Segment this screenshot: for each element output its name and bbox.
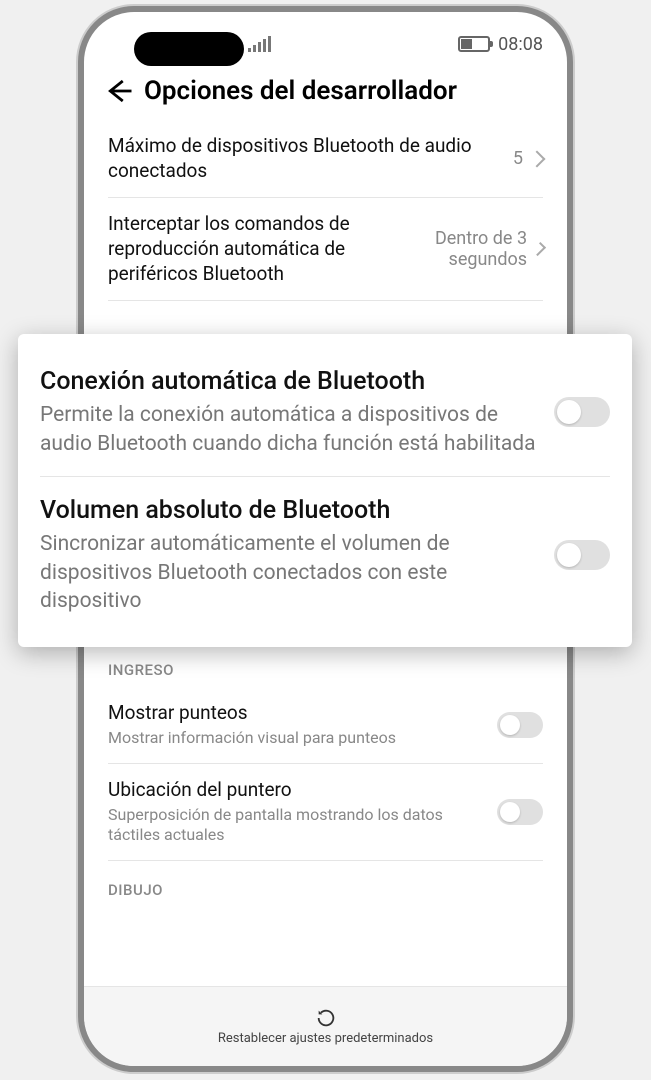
toggle-pointer-location[interactable]: [497, 799, 543, 825]
row-absolute-volume[interactable]: Volumen absoluto de Bluetooth Sincroniza…: [40, 481, 610, 629]
row-value: Dentro de 3 segundos: [423, 228, 527, 271]
row-show-taps[interactable]: Mostrar punteos Mostrar información visu…: [108, 687, 543, 763]
row-title: Conexión automática de Bluetooth: [40, 366, 538, 397]
section-header-input: INGRESO: [108, 641, 543, 687]
bottom-bar: Restablecer ajustes predeterminados: [84, 986, 567, 1066]
row-intercept-commands[interactable]: Interceptar los comandos de reproducción…: [108, 198, 543, 301]
signal-icon: [248, 36, 271, 52]
divider: [40, 476, 610, 477]
row-sub: Permite la conexión automática a disposi…: [40, 401, 538, 458]
toggle-auto-connection[interactable]: [554, 397, 610, 427]
chevron-right-icon: [529, 150, 546, 167]
notch: [134, 32, 244, 66]
clock-label: 08:08: [498, 34, 543, 55]
row-title: Interceptar los comandos de reproducción…: [108, 212, 411, 286]
back-icon[interactable]: [104, 76, 134, 106]
toggle-show-taps[interactable]: [497, 712, 543, 738]
chevron-right-icon: [532, 242, 546, 256]
toggle-absolute-volume[interactable]: [554, 540, 610, 570]
row-pointer-location[interactable]: Ubicación del puntero Superposición de p…: [108, 764, 543, 861]
row-sub: Superposición de pantalla mostrando los …: [108, 805, 485, 847]
row-title: Mostrar punteos: [108, 701, 485, 726]
row-sub: Sincronizar automáticamente el volumen d…: [40, 530, 538, 615]
highlight-card: Conexión automática de Bluetooth Permite…: [18, 334, 632, 647]
reset-icon[interactable]: [315, 1007, 337, 1029]
row-max-audio-devices[interactable]: Máximo de dispositivos Bluetooth de audi…: [108, 120, 543, 198]
row-title: Ubicación del puntero: [108, 778, 485, 803]
reset-label[interactable]: Restablecer ajustes predeterminados: [218, 1031, 433, 1046]
header: Opciones del desarrollador: [84, 66, 567, 120]
battery-icon: [458, 36, 490, 52]
row-title: Volumen absoluto de Bluetooth: [40, 495, 538, 526]
row-sub: Mostrar información visual para punteos: [108, 728, 485, 749]
section-header-drawing: DIBUJO: [108, 861, 543, 907]
row-value: 5: [513, 148, 523, 169]
row-title: Máximo de dispositivos Bluetooth de audi…: [108, 134, 501, 183]
row-auto-connection[interactable]: Conexión automática de Bluetooth Permite…: [40, 352, 610, 472]
page-title: Opciones del desarrollador: [144, 76, 457, 106]
